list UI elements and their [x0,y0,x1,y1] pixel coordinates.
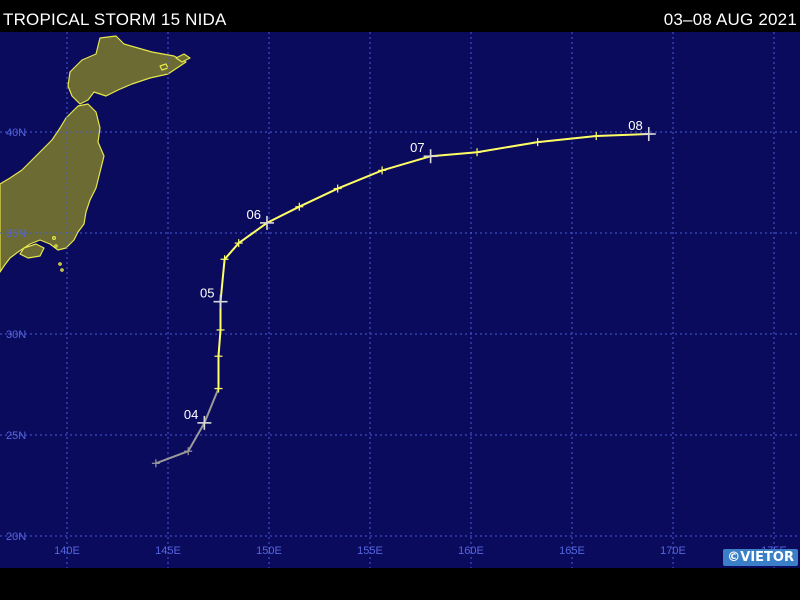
lon-label: 145E [155,545,181,557]
day-label: 06 [247,207,261,222]
lon-label: 170E [660,545,686,557]
lon-label: 155E [357,545,383,557]
lat-label: 35N [6,228,26,240]
day-label: 08 [628,118,642,133]
lat-label: 20N [6,531,26,543]
lon-label: 160E [458,545,484,557]
footer-bar [0,568,800,600]
date-range: 03–08 AUG 2021 [663,10,797,29]
header-bar: TROPICAL STORM 15 NIDA 03–08 AUG 2021 [0,0,800,32]
day-label: 04 [184,407,198,422]
lat-label: 30N [6,329,26,341]
day-label: 05 [200,286,214,301]
lon-label: 165E [559,545,585,557]
lon-label: 150E [256,545,282,557]
track-map: 140E145E150E155E160E165E170E175E40N35N30… [0,32,800,568]
storm-title: TROPICAL STORM 15 NIDA [3,10,227,29]
vietor-credit: ©VIETOR [723,549,798,566]
lat-label: 25N [6,430,26,442]
lat-label: 40N [6,127,26,139]
day-label: 07 [410,140,424,155]
lon-label: 140E [54,545,80,557]
ocean-background [0,32,800,568]
